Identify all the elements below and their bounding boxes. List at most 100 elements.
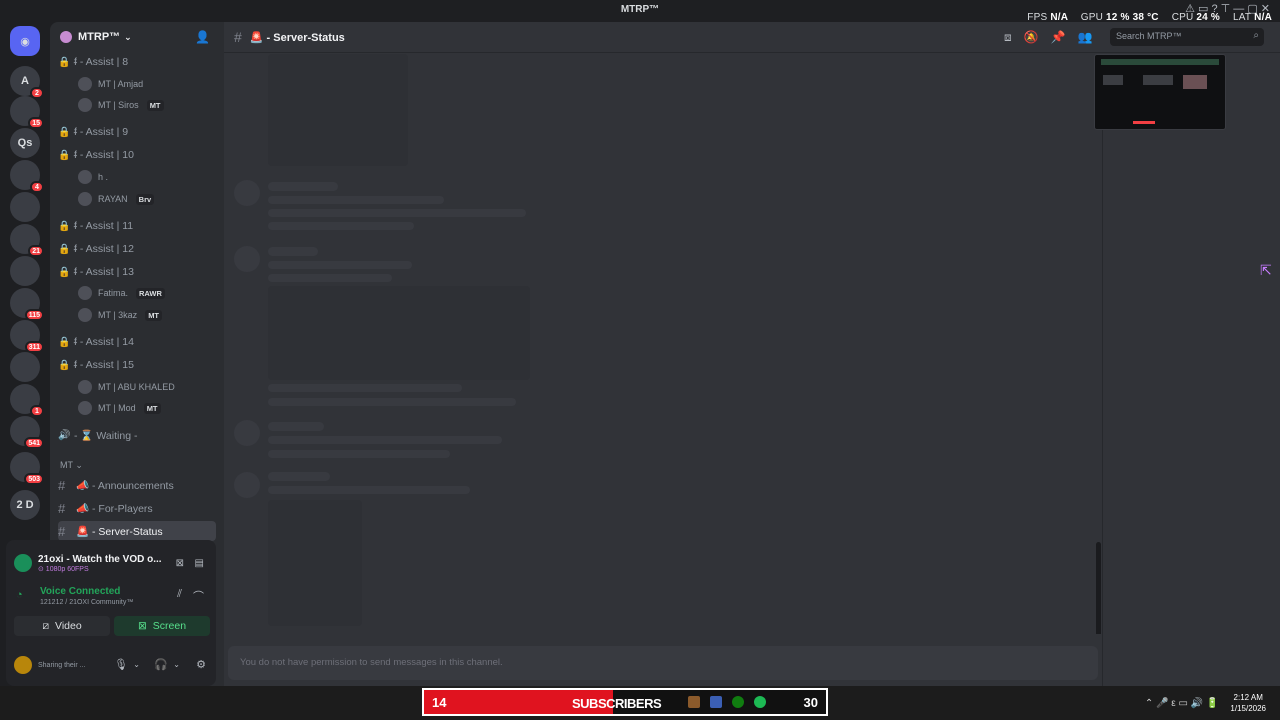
subscribers-label: SUBSCRIBERS [572, 696, 662, 711]
voice-user[interactable]: MT | Siros MT [78, 96, 164, 114]
search-input[interactable]: Search MTRP™ ⌕ [1110, 28, 1264, 46]
discord-home-icon[interactable]: ◉ [10, 26, 40, 56]
stream-quality: ⊙ 1080p 60FPS [38, 565, 89, 573]
voice-connected-label[interactable]: Voice Connected [40, 586, 120, 597]
app-icon[interactable] [710, 696, 722, 708]
loading-line [268, 274, 392, 282]
screen-share-button[interactable]: ⊠ Screen [114, 616, 210, 636]
voice-user[interactable]: RAYAN Brv [78, 190, 155, 208]
voice-channel[interactable]: 🔒 ᵮ - Assist | 15 [58, 355, 216, 375]
guild-icon [60, 31, 72, 43]
stream-preview[interactable]: 21oxi - Watch the VOD o... ⊙ 1080p 60FPS… [14, 548, 208, 578]
voice-user[interactable]: Fatima. RAWR [78, 284, 165, 302]
header-toolbar: ⧈🔕📌👥 [1004, 30, 1105, 45]
scrollbar[interactable] [1096, 542, 1101, 634]
server-icon[interactable]: 1 [10, 384, 44, 417]
app-icon[interactable] [688, 696, 700, 708]
voice-channel[interactable]: 🔒 ᵮ - Assist | 8 [58, 52, 216, 72]
loading-line [268, 486, 470, 494]
voice-channel[interactable]: 🔒 ᵮ - Assist | 13 [58, 262, 216, 282]
server-icon[interactable] [10, 256, 40, 286]
clock-time: 2:12 AM [1233, 693, 1263, 702]
microphone-icon[interactable]: 🎙 [114, 658, 128, 671]
lock-icon: 🔒 [58, 220, 71, 232]
text-channel-icon: # [234, 29, 242, 45]
speaker-icon: 🔊 [58, 429, 71, 441]
stream-picture-in-picture[interactable] [1094, 54, 1226, 130]
server-icon[interactable]: 541 [10, 416, 44, 449]
headphones-icon[interactable]: 🎧 [154, 658, 168, 671]
stream-title: 21oxi - Watch the VOD o... [38, 553, 162, 565]
loading-avatar [234, 246, 260, 272]
channel-name: 🚨 - Server-Status [76, 525, 163, 538]
channel-name: ᵮ - Assist | 8 [74, 56, 129, 68]
members-icon[interactable]: 👥 [1078, 30, 1105, 44]
clock[interactable]: 2:12 AM 1/15/2026 [1230, 692, 1266, 714]
xbox-icon[interactable] [732, 696, 744, 708]
voice-channel[interactable]: 🔒 ᵮ - Assist | 11 [58, 216, 216, 236]
text-channel[interactable]: # 🚨 - Server-Status [58, 521, 216, 541]
channel-name: ᵮ - Assist | 11 [74, 220, 134, 232]
pin-icon[interactable]: 📌 [1051, 30, 1078, 44]
channel-name: ᵮ - Assist | 10 [74, 149, 134, 161]
loading-line [268, 222, 414, 230]
voice-user[interactable]: MT | 3kaz MT [78, 306, 163, 324]
noise-suppression-icon[interactable]: ⫽ [177, 588, 182, 601]
voice-channel[interactable]: 🔒 ᵮ - Assist | 9 [58, 122, 216, 142]
threads-icon[interactable]: ⧈ [1004, 30, 1024, 44]
server-label: A [21, 75, 29, 87]
server-icon[interactable]: 503 [10, 452, 44, 485]
server-icon[interactable]: A2 [10, 66, 44, 99]
loading-avatar [234, 180, 260, 206]
avatar [78, 192, 92, 206]
avatar [78, 308, 92, 322]
text-channel[interactable]: # 📣 - Announcements [58, 475, 216, 495]
disconnect-icon[interactable]: ⌒ [193, 588, 204, 604]
mic-options-icon[interactable]: ⌄ [133, 660, 140, 669]
video-button[interactable]: ⧄ Video [14, 616, 110, 636]
add-member-icon[interactable]: 👤 [195, 30, 210, 44]
guild-header[interactable]: MTRP™ ⌄ 👤 [50, 22, 224, 52]
loading-line [268, 422, 324, 431]
avatar[interactable] [14, 656, 32, 674]
loading-avatar [234, 420, 260, 446]
stop-stream-icon[interactable]: ⊠ [176, 558, 184, 569]
popout-icon[interactable]: ▤ [195, 558, 204, 569]
server-icon[interactable]: Qs [10, 128, 40, 158]
channel-name: - ⌛ Waiting - [74, 429, 138, 442]
server-icon[interactable]: 311 [10, 320, 44, 353]
text-channel[interactable]: # 📣 - For-Players [58, 498, 216, 518]
lock-icon: 🔒 [58, 359, 71, 371]
voice-user[interactable]: MT | Mod MT [78, 399, 161, 417]
voice-status: ◔ Voice Connected 121212 / 21OXI Communi… [14, 584, 208, 608]
chevron-down-icon: ⌄ [124, 31, 132, 42]
subscriber-goal: 30 [803, 695, 818, 710]
voice-channel[interactable]: 🔊 - ⌛ Waiting - [58, 425, 216, 445]
voice-user[interactable]: MT | Amjad [78, 75, 143, 93]
channel-name: 📣 - Announcements [76, 479, 174, 492]
mute-icon[interactable]: 🔕 [1024, 30, 1051, 44]
server-icon[interactable]: 4 [10, 160, 44, 193]
server-icon[interactable]: 21 [10, 224, 44, 257]
voice-channel[interactable]: 🔒 ᵮ - Assist | 14 [58, 332, 216, 352]
system-tray: ⌃ 🎤 ε ▭ 🔊 🔋 2:12 AM 1/15/2026 [1145, 686, 1280, 720]
server-icon[interactable]: 115 [10, 288, 44, 321]
voice-user[interactable]: h . [78, 168, 108, 186]
voice-channel[interactable]: 🔒 ᵮ - Assist | 12 [58, 239, 216, 259]
message-composer: You do not have permission to send messa… [228, 646, 1098, 680]
server-icon[interactable]: 2 D [10, 490, 40, 520]
settings-gear-icon[interactable]: ⚙ [196, 658, 206, 671]
tray-icons[interactable]: ⌃ 🎤 ε ▭ 🔊 🔋 [1145, 698, 1219, 709]
spotify-icon[interactable] [754, 696, 766, 708]
notification-badge: 21 [28, 245, 44, 257]
voice-user[interactable]: MT | ABU KHALED [78, 378, 175, 396]
category-mt[interactable]: MT ⌄ [60, 460, 83, 471]
audio-options-icon[interactable]: ⌄ [173, 660, 180, 669]
loading-embed [268, 500, 362, 626]
server-icon[interactable]: 15 [10, 96, 44, 129]
loading-embed [268, 286, 530, 380]
server-icon[interactable] [10, 192, 40, 222]
server-icon[interactable] [10, 352, 40, 382]
notification-badge: 311 [24, 341, 44, 353]
voice-channel[interactable]: 🔒 ᵮ - Assist | 10 [58, 145, 216, 165]
